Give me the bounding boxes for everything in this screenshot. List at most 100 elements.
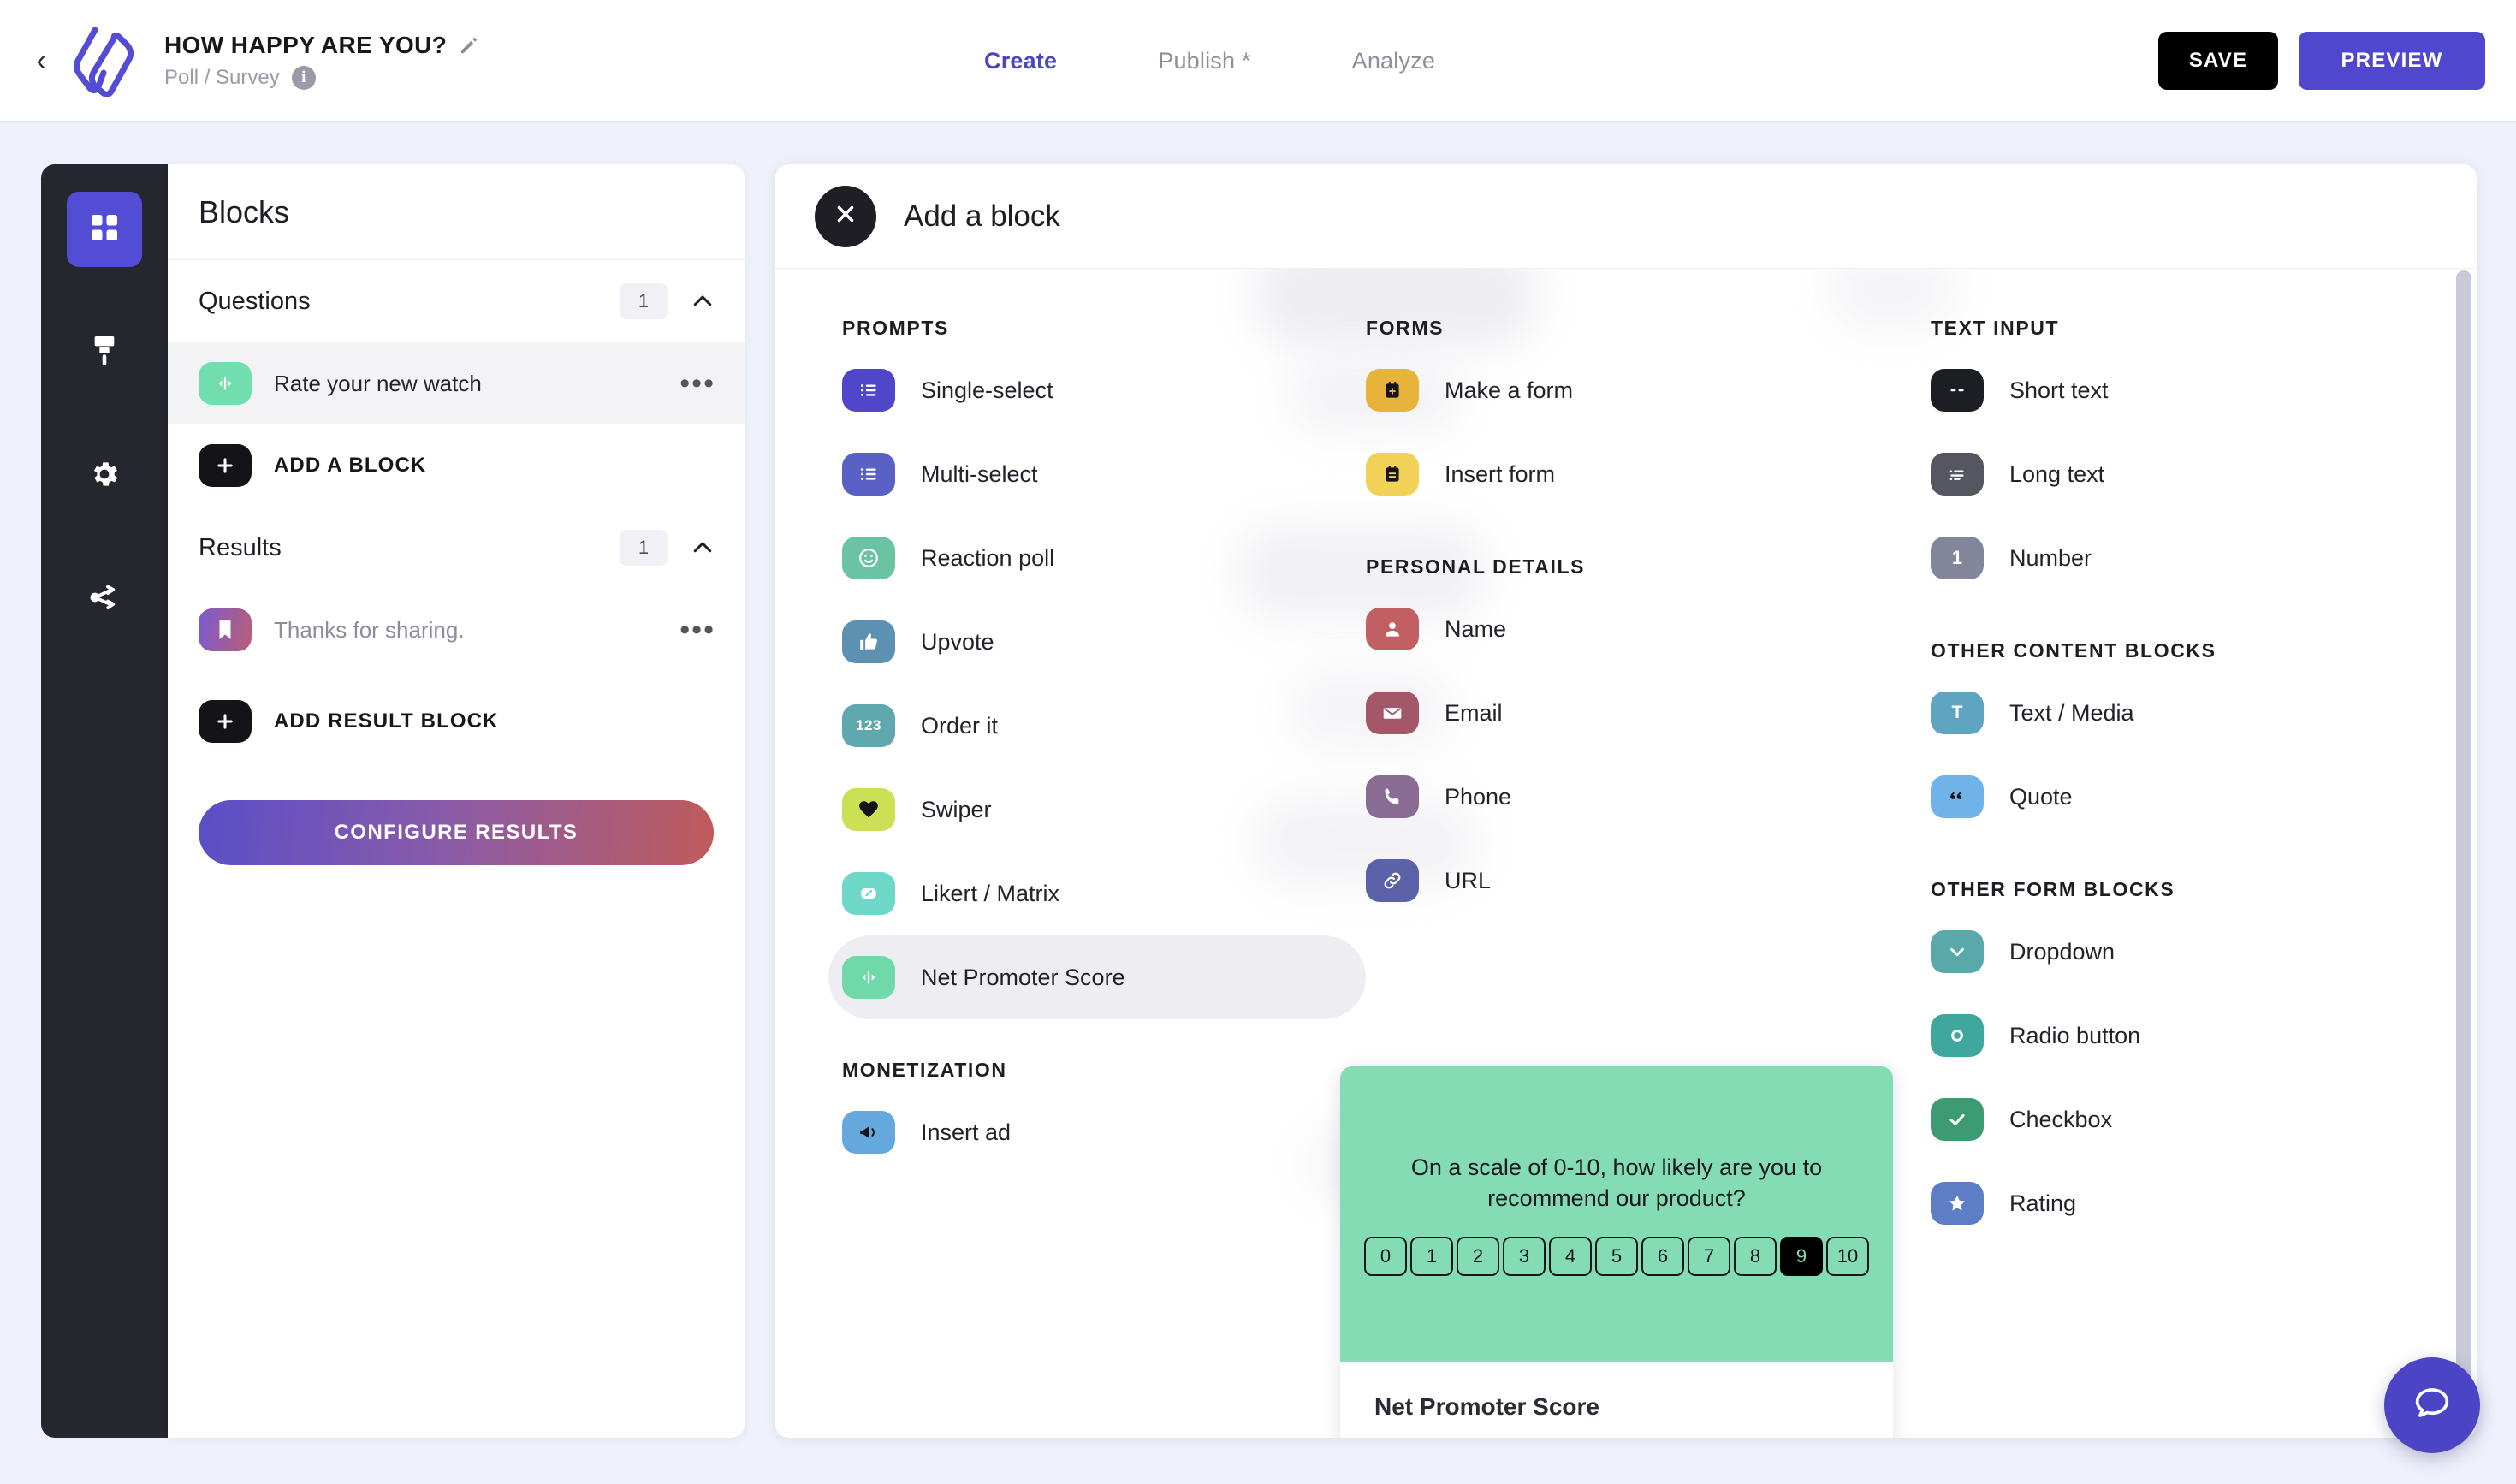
nps-scale-option-9[interactable]: 9 bbox=[1780, 1236, 1823, 1276]
block-option-single-select[interactable]: Single-select bbox=[828, 348, 1366, 432]
block-option-insert-ad[interactable]: Insert ad bbox=[828, 1090, 1366, 1174]
block-option-label: URL bbox=[1445, 867, 1492, 893]
nps-scale-option-10[interactable]: 10 bbox=[1826, 1236, 1869, 1276]
add-result-block-button[interactable]: ADD RESULT BLOCK bbox=[168, 680, 745, 763]
text-t-glyph: T bbox=[1951, 703, 1963, 722]
block-option-insert-form[interactable]: Insert form bbox=[1352, 432, 1931, 516]
block-option-checkbox[interactable]: Checkbox bbox=[1917, 1077, 2444, 1161]
block-option-phone[interactable]: Phone bbox=[1352, 755, 1931, 839]
block-option-reaction-poll[interactable]: Reaction poll bbox=[828, 516, 1366, 600]
block-option-email[interactable]: Email bbox=[1352, 671, 1931, 755]
monetization-list: Insert ad bbox=[842, 1090, 1366, 1174]
close-icon bbox=[833, 201, 858, 231]
block-option-short-text[interactable]: Short text bbox=[1917, 348, 2444, 432]
grid-icon bbox=[87, 211, 122, 249]
phone-icon bbox=[1366, 775, 1419, 818]
nps-scale-option-4[interactable]: 4 bbox=[1549, 1236, 1592, 1276]
questions-collapse-chevron-up-icon[interactable] bbox=[690, 288, 715, 314]
block-option-number[interactable]: 1 Number bbox=[1917, 516, 2444, 600]
question-block-row[interactable]: Rate your new watch ••• bbox=[168, 342, 745, 424]
questions-section-header[interactable]: Questions 1 bbox=[168, 260, 745, 342]
forms-list: Make a form Insert form bbox=[1366, 348, 1931, 516]
block-option-label: Radio button bbox=[2009, 1022, 2141, 1048]
form-plus-icon bbox=[1366, 369, 1419, 412]
block-option-label: Name bbox=[1445, 615, 1507, 642]
nps-scale-option-6[interactable]: 6 bbox=[1641, 1236, 1684, 1276]
back-button[interactable]: ‹ bbox=[26, 42, 56, 80]
add-a-block-button[interactable]: ADD A BLOCK bbox=[168, 424, 745, 507]
nps-scale-option-8[interactable]: 8 bbox=[1734, 1236, 1777, 1276]
block-option-name[interactable]: Name bbox=[1352, 587, 1931, 671]
results-section-header[interactable]: Results 1 bbox=[168, 507, 745, 589]
brand-logo-icon[interactable] bbox=[62, 20, 144, 102]
block-option-order-it[interactable]: 123 Order it bbox=[828, 684, 1366, 768]
block-option-make-a-form[interactable]: Make a form bbox=[1352, 348, 1931, 432]
thumbs-up-icon bbox=[842, 620, 895, 663]
block-option-long-text[interactable]: Long text bbox=[1917, 432, 2444, 516]
block-option-label: Insert form bbox=[1445, 460, 1556, 487]
nps-scale-option-2[interactable]: 2 bbox=[1457, 1236, 1499, 1276]
chat-support-button[interactable] bbox=[2384, 1357, 2480, 1453]
rail-item-design[interactable] bbox=[67, 315, 142, 390]
result-block-row[interactable]: Thanks for sharing. ••• bbox=[168, 589, 745, 671]
block-option-rating[interactable]: Rating bbox=[1917, 1161, 2444, 1245]
rail-item-blocks[interactable] bbox=[67, 192, 142, 267]
rail-item-settings[interactable] bbox=[67, 438, 142, 513]
survey-subtitle: Poll / Survey bbox=[164, 65, 280, 89]
block-option-dropdown[interactable]: Dropdown bbox=[1917, 910, 2444, 994]
block-option-label: Likert / Matrix bbox=[921, 880, 1060, 906]
tab-analyze[interactable]: Analyze bbox=[1352, 48, 1435, 74]
long-text-icon bbox=[1931, 453, 1984, 496]
preview-button[interactable]: PREVIEW bbox=[2299, 32, 2485, 90]
left-rail bbox=[41, 164, 168, 1438]
tab-publish[interactable]: Publish * bbox=[1158, 48, 1250, 74]
gear-icon bbox=[88, 458, 121, 495]
block-option-label: Number bbox=[2009, 544, 2092, 571]
block-option-multi-select[interactable]: Multi-select bbox=[828, 432, 1366, 516]
add-a-block-modal: Add a block PROMPTS Single-select Multi-… bbox=[775, 164, 2477, 1438]
save-button[interactable]: SAVE bbox=[2158, 32, 2278, 90]
rail-item-logic[interactable] bbox=[67, 561, 142, 637]
numbers-123-glyph: 123 bbox=[856, 717, 881, 733]
results-label: Results bbox=[199, 533, 282, 561]
question-block-menu-button[interactable]: ••• bbox=[679, 367, 715, 401]
tab-create[interactable]: Create bbox=[984, 48, 1057, 74]
nps-scale-row: 0 1 2 3 4 5 6 7 8 9 10 bbox=[1364, 1236, 1869, 1276]
nps-scale-option-5[interactable]: 5 bbox=[1595, 1236, 1638, 1276]
main-nav: Create Publish * Analyze bbox=[984, 0, 1435, 122]
block-option-swiper[interactable]: Swiper bbox=[828, 768, 1366, 852]
block-option-net-promoter-score[interactable]: Net Promoter Score bbox=[828, 935, 1366, 1019]
block-option-label: Swiper bbox=[921, 796, 992, 822]
nps-scale-option-3[interactable]: 3 bbox=[1503, 1236, 1546, 1276]
edit-pencil-icon[interactable] bbox=[459, 35, 479, 56]
block-option-upvote[interactable]: Upvote bbox=[828, 600, 1366, 684]
star-icon bbox=[1931, 1182, 1984, 1225]
form-icon bbox=[1366, 453, 1419, 496]
top-bar-actions: SAVE PREVIEW bbox=[2158, 0, 2485, 122]
link-icon bbox=[1366, 859, 1419, 902]
page-title: HOW HAPPY ARE YOU? bbox=[164, 31, 448, 58]
close-button[interactable] bbox=[815, 185, 876, 247]
block-option-radio-button[interactable]: Radio button bbox=[1917, 994, 2444, 1077]
share-branch-icon bbox=[88, 581, 121, 618]
block-option-text-media[interactable]: T Text / Media bbox=[1917, 671, 2444, 755]
block-option-quote[interactable]: Quote bbox=[1917, 755, 2444, 839]
survey-title-block: HOW HAPPY ARE YOU? Poll / Survey i bbox=[164, 32, 479, 90]
chat-bubble-icon bbox=[2410, 1381, 2454, 1430]
block-option-likert-matrix[interactable]: Likert / Matrix bbox=[828, 852, 1366, 935]
block-option-url[interactable]: URL bbox=[1352, 839, 1931, 923]
add-result-block-label: ADD RESULT BLOCK bbox=[274, 709, 499, 733]
modal-scrollbar[interactable] bbox=[2456, 270, 2471, 1431]
nps-scale-option-1[interactable]: 1 bbox=[1410, 1236, 1453, 1276]
info-icon[interactable]: i bbox=[291, 65, 316, 90]
group-title-text-input: TEXT INPUT bbox=[1931, 317, 2060, 339]
chevron-down-icon bbox=[1931, 930, 1984, 973]
configure-results-button[interactable]: CONFIGURE RESULTS bbox=[199, 800, 714, 865]
results-collapse-chevron-up-icon[interactable] bbox=[690, 535, 715, 561]
nps-scale-option-0[interactable]: 0 bbox=[1364, 1236, 1407, 1276]
result-block-menu-button[interactable]: ••• bbox=[679, 614, 715, 647]
questions-label: Questions bbox=[199, 287, 311, 315]
block-option-label: Text / Media bbox=[2009, 699, 2134, 726]
nps-icon bbox=[842, 956, 895, 999]
nps-scale-option-7[interactable]: 7 bbox=[1688, 1236, 1730, 1276]
